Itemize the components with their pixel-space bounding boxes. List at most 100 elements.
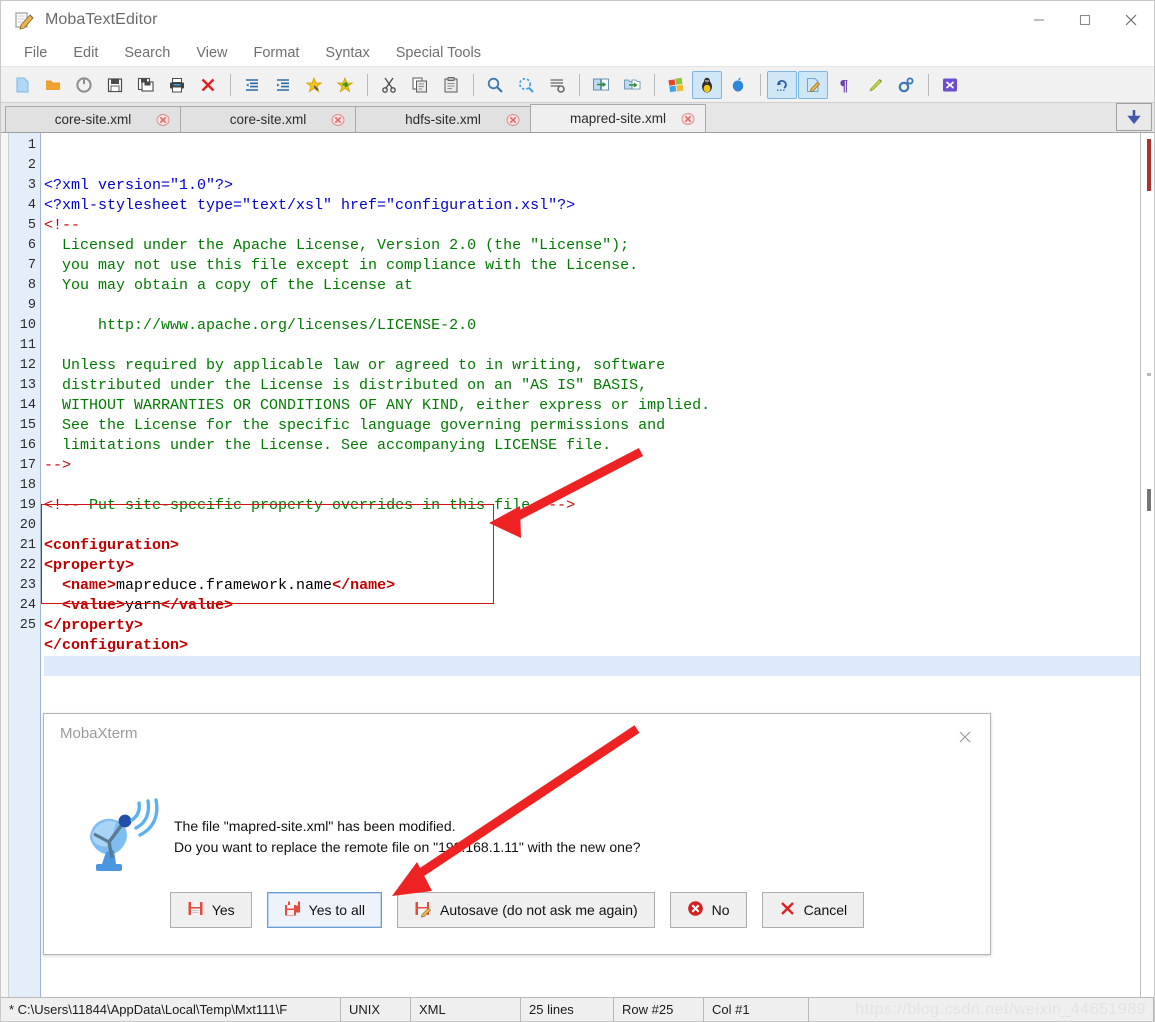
- tab-mapred-site-xml[interactable]: mapred-site.xml: [530, 104, 706, 132]
- compare-folders-icon[interactable]: [617, 71, 647, 99]
- tab-label: hdfs-site.xml: [405, 112, 481, 127]
- code-line[interactable]: [44, 656, 1154, 676]
- no-button[interactable]: No: [669, 892, 747, 928]
- tab-close-icon[interactable]: [156, 113, 170, 127]
- status-line-ending[interactable]: UNIX: [341, 997, 411, 1022]
- code-line[interactable]: [44, 476, 1154, 496]
- toolbar-separator: [473, 73, 474, 96]
- svg-text:¶: ¶: [840, 77, 849, 94]
- code-line[interactable]: <!-- Put site-specific property override…: [44, 496, 1154, 516]
- marker-change: [1147, 139, 1151, 191]
- toolbar: ¶: [1, 67, 1154, 103]
- indent-icon[interactable]: [268, 71, 298, 99]
- code-line[interactable]: distributed under the License is distrib…: [44, 376, 1154, 396]
- menu-item-special-tools[interactable]: Special Tools: [383, 39, 494, 67]
- cut-icon[interactable]: [374, 71, 404, 99]
- goto-line-icon[interactable]: [542, 71, 572, 99]
- save-icon[interactable]: [100, 71, 130, 99]
- button-label: Yes: [211, 902, 235, 918]
- menu-item-syntax[interactable]: Syntax: [312, 39, 382, 67]
- code-token: yarn: [125, 597, 162, 614]
- tab-close-icon[interactable]: [681, 112, 695, 126]
- code-token: </property>: [44, 617, 144, 634]
- new-file-icon[interactable]: [7, 71, 37, 99]
- autosave-button[interactable]: Autosave (do not ask me again): [396, 892, 655, 928]
- code-line[interactable]: <!--: [44, 216, 1154, 236]
- dialog-button-row: Yes Yes to all Autosave (do not ask me a…: [44, 892, 990, 928]
- reload-icon[interactable]: [69, 71, 99, 99]
- code-line[interactable]: <name>mapreduce.framework.name</name>: [44, 576, 1154, 596]
- highlighter-icon[interactable]: [860, 71, 890, 99]
- code-line[interactable]: limitations under the License. See accom…: [44, 436, 1154, 456]
- line-number: 5: [27, 218, 36, 233]
- code-line[interactable]: http://www.apache.org/licenses/LICENSE-2…: [44, 316, 1154, 336]
- code-token: http://www.apache.org/licenses/LICENSE-2…: [44, 317, 477, 334]
- close-icon[interactable]: [1108, 1, 1154, 39]
- tab-close-icon[interactable]: [331, 113, 345, 127]
- code-line[interactable]: <property>: [44, 556, 1154, 576]
- code-line[interactable]: </property>: [44, 616, 1154, 636]
- menu-item-edit[interactable]: Edit: [60, 39, 111, 67]
- pilcrow-icon[interactable]: ¶: [829, 71, 859, 99]
- tab-core-site-xml-1[interactable]: core-site.xml: [5, 106, 181, 132]
- print-icon[interactable]: [162, 71, 192, 99]
- menu-item-format[interactable]: Format: [241, 39, 313, 67]
- tab-close-icon[interactable]: [506, 113, 520, 127]
- code-line[interactable]: [44, 336, 1154, 356]
- bookmark-next-icon[interactable]: [330, 71, 360, 99]
- mobaxterm-confirm-dialog: MobaXterm The file "mapred-site.xml" has…: [43, 713, 991, 955]
- maximize-icon[interactable]: [1062, 1, 1108, 39]
- code-line[interactable]: Licensed under the Apache License, Versi…: [44, 236, 1154, 256]
- code-line[interactable]: <?xml version="1.0"?>: [44, 176, 1154, 196]
- code-line[interactable]: You may obtain a copy of the License at: [44, 276, 1154, 296]
- minimize-icon[interactable]: [1016, 1, 1062, 39]
- settings-icon[interactable]: [891, 71, 921, 99]
- exit-icon[interactable]: [935, 71, 965, 99]
- code-line[interactable]: [44, 296, 1154, 316]
- code-line[interactable]: See the License for the specific languag…: [44, 416, 1154, 436]
- dialog-close-icon[interactable]: [952, 724, 978, 750]
- code-token: <?xml-stylesheet type="text/xsl" href="c…: [44, 197, 576, 214]
- windows-format-icon[interactable]: [661, 71, 691, 99]
- line-number: 22: [19, 558, 36, 573]
- code-line[interactable]: [44, 516, 1154, 536]
- scroll-down-icon[interactable]: [1116, 103, 1152, 131]
- code-line[interactable]: <?xml-stylesheet type="text/xsl" href="c…: [44, 196, 1154, 216]
- toolbar-separator: [654, 73, 655, 96]
- status-syntax[interactable]: XML: [411, 997, 521, 1022]
- dialog-title: MobaXterm: [60, 724, 138, 742]
- undo-icon[interactable]: [767, 70, 797, 99]
- save-all-icon: [284, 900, 301, 920]
- cancel-button[interactable]: Cancel: [761, 892, 865, 928]
- fold-margin: [1, 133, 9, 997]
- code-line[interactable]: WITHOUT WARRANTIES OR CONDITIONS OF ANY …: [44, 396, 1154, 416]
- compare-files-icon[interactable]: [586, 71, 616, 99]
- tab-core-site-xml-2[interactable]: core-site.xml: [180, 106, 356, 132]
- menu-item-search[interactable]: Search: [111, 39, 183, 67]
- code-line[interactable]: <configuration>: [44, 536, 1154, 556]
- outdent-icon[interactable]: [237, 71, 267, 99]
- copy-icon[interactable]: [405, 71, 435, 99]
- save-as-icon[interactable]: [131, 71, 161, 99]
- linux-format-icon[interactable]: [692, 70, 722, 99]
- menu-item-file[interactable]: File: [11, 39, 60, 67]
- redo-edit-icon[interactable]: [798, 70, 828, 99]
- paste-icon[interactable]: [436, 71, 466, 99]
- notepad-pencil-icon: [13, 9, 35, 31]
- find-icon[interactable]: [480, 71, 510, 99]
- yes-button[interactable]: Yes: [169, 892, 252, 928]
- close-file-icon[interactable]: [193, 71, 223, 99]
- replace-icon[interactable]: [511, 71, 541, 99]
- menu-item-view[interactable]: View: [183, 39, 240, 67]
- marker-column[interactable]: [1140, 133, 1154, 997]
- yes-to-all-button[interactable]: Yes to all: [266, 892, 382, 928]
- open-folder-icon[interactable]: [38, 71, 68, 99]
- code-line[interactable]: <value>yarn</value>: [44, 596, 1154, 616]
- bookmark-add-icon[interactable]: [299, 71, 329, 99]
- code-line[interactable]: -->: [44, 456, 1154, 476]
- code-line[interactable]: Unless required by applicable law or agr…: [44, 356, 1154, 376]
- code-line[interactable]: you may not use this file except in comp…: [44, 256, 1154, 276]
- code-line[interactable]: </configuration>: [44, 636, 1154, 656]
- tab-hdfs-site-xml[interactable]: hdfs-site.xml: [355, 106, 531, 132]
- mac-format-icon[interactable]: [723, 71, 753, 99]
